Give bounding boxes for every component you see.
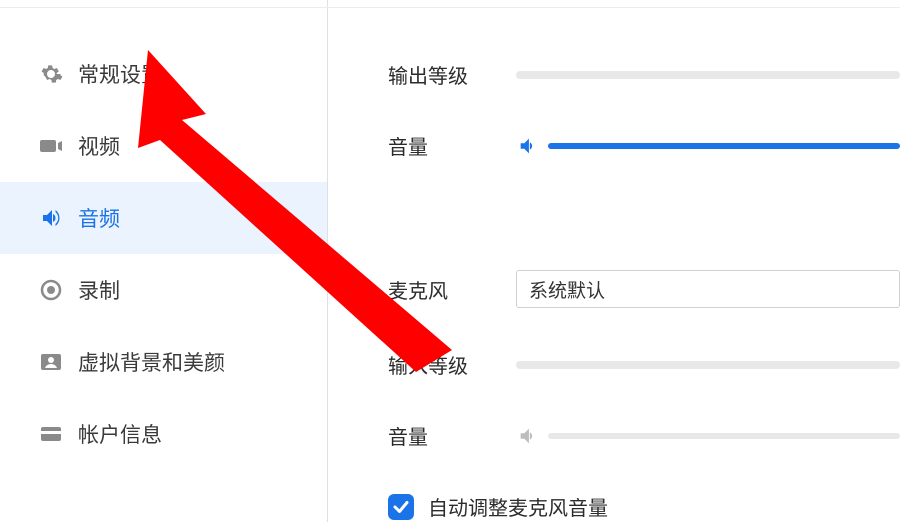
input-volume-row: 音量 [388,421,900,450]
sidebar-item-label: 录制 [78,275,120,305]
microphone-label: 麦克风 [388,275,516,304]
sidebar-item-account[interactable]: 帐户信息 [0,398,327,470]
sidebar-item-label: 音频 [78,203,120,233]
microphone-row: 麦克风 系统默认 [388,270,900,308]
slider-track[interactable] [548,143,900,149]
slider-track[interactable] [548,433,900,439]
sidebar-item-label: 视频 [78,131,120,161]
sidebar-item-label: 虚拟背景和美颜 [78,347,225,377]
output-volume-label: 音量 [388,131,516,160]
sidebar-item-virtual-background[interactable]: 虚拟背景和美颜 [0,326,327,398]
settings-root: 常规设置 视频 音频 录制 虚拟背景和美颜 [0,0,900,522]
slider-fill [548,143,900,149]
speaker-icon [38,205,64,231]
sidebar-item-video[interactable]: 视频 [0,110,327,182]
sidebar-item-general[interactable]: 常规设置 [0,38,327,110]
output-volume-slider[interactable] [516,134,900,158]
record-icon [38,277,64,303]
auto-adjust-mic-row[interactable]: 自动调整麦克风音量 [388,492,900,521]
gear-icon [38,61,64,87]
checkbox-checked-icon[interactable] [388,494,414,520]
sidebar-item-label: 常规设置 [78,59,162,89]
output-volume-row: 音量 [388,131,900,160]
microphone-select-value: 系统默认 [529,276,605,303]
speaker-muted-icon [516,424,540,448]
sidebar-item-audio[interactable]: 音频 [0,182,327,254]
output-level-meter [516,71,900,79]
videocam-icon [38,133,64,159]
input-level-row: 输入等级 [388,350,900,379]
output-level-label: 输出等级 [388,60,516,89]
sidebar-item-record[interactable]: 录制 [0,254,327,326]
speaker-on-icon [516,134,540,158]
microphone-select[interactable]: 系统默认 [516,270,900,308]
auto-adjust-mic-label: 自动调整麦克风音量 [428,492,608,521]
settings-sidebar: 常规设置 视频 音频 录制 虚拟背景和美颜 [0,0,328,522]
input-level-label: 输入等级 [388,350,516,379]
input-volume-slider[interactable] [516,424,900,448]
person-card-icon [38,349,64,375]
sidebar-item-label: 帐户信息 [78,419,162,449]
settings-content: 输出等级 音量 麦克风 系统默认 [328,0,900,522]
card-icon [38,421,64,447]
input-level-meter [516,361,900,369]
input-volume-label: 音量 [388,421,516,450]
output-level-row: 输出等级 [388,60,900,89]
